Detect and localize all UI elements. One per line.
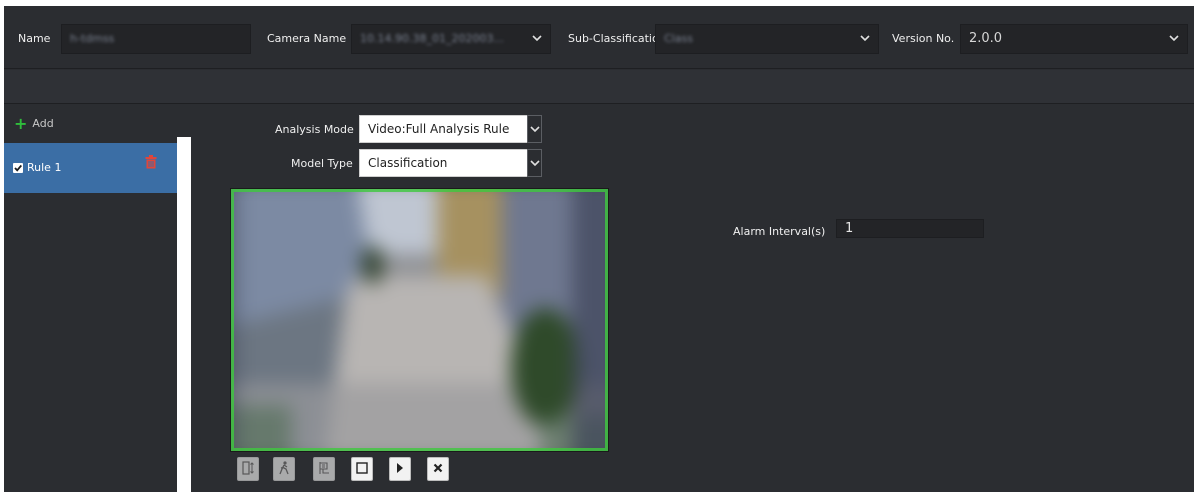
rule-name: Rule 1	[27, 161, 62, 174]
drawing-toolbar	[230, 452, 609, 492]
height-icon	[242, 460, 254, 478]
add-rule-button[interactable]: + Add	[14, 113, 54, 133]
alarm-interval-input[interactable]: 1	[836, 219, 984, 238]
name-label: Name	[18, 32, 51, 45]
model-type-select[interactable]: Classification	[359, 149, 542, 177]
model-type-label: Model Type	[291, 157, 353, 170]
chevron-down-icon	[532, 25, 542, 42]
camera-name-label: Camera Name	[267, 32, 347, 45]
rectangle-tool-button[interactable]	[351, 457, 373, 481]
chevron-down-icon	[860, 25, 870, 42]
person-icon	[278, 460, 290, 478]
rule-list-item[interactable]: Rule 1	[4, 143, 177, 193]
secondary-bar	[4, 70, 1194, 104]
chevron-down-icon	[1169, 25, 1179, 42]
square-icon	[356, 461, 368, 477]
version-select[interactable]: 2.0.0	[960, 24, 1188, 54]
person-tool-button[interactable]	[273, 457, 295, 481]
video-preview[interactable]	[230, 188, 609, 452]
frame-tool-button[interactable]	[313, 457, 335, 481]
sub-classification-label: Sub-Classification	[568, 32, 666, 45]
rule-list-panel: + Add Rule 1	[4, 105, 177, 492]
detection-region-border	[231, 189, 608, 451]
height-tool-button[interactable]	[237, 457, 259, 481]
sub-classification-select[interactable]: Class	[655, 24, 879, 54]
camera-name-select[interactable]: 10.14.90.38_01_202003...	[351, 24, 551, 54]
panel-divider	[177, 137, 191, 492]
plus-icon: +	[14, 113, 28, 133]
chevron-down-icon[interactable]	[527, 115, 542, 143]
header-bar: Name h-tdmss Camera Name 10.14.90.38_01_…	[4, 6, 1194, 69]
rule-checkbox[interactable]	[13, 163, 23, 173]
clear-button[interactable]	[427, 457, 449, 481]
analysis-mode-label: Analysis Mode	[275, 123, 354, 136]
analysis-mode-select[interactable]: Video:Full Analysis Rule	[359, 115, 542, 143]
version-label: Version No.	[892, 32, 955, 45]
frame-icon	[318, 461, 330, 478]
chevron-down-icon[interactable]	[527, 149, 542, 177]
trash-icon[interactable]	[145, 155, 157, 172]
alarm-interval-label: Alarm Interval(s)	[733, 225, 826, 238]
add-rule-label: Add	[32, 117, 54, 130]
close-icon	[433, 462, 443, 476]
app-window: Name h-tdmss Camera Name 10.14.90.38_01_…	[4, 6, 1194, 492]
play-icon	[395, 462, 405, 477]
play-button[interactable]	[389, 457, 411, 481]
name-field[interactable]: h-tdmss	[61, 24, 251, 54]
